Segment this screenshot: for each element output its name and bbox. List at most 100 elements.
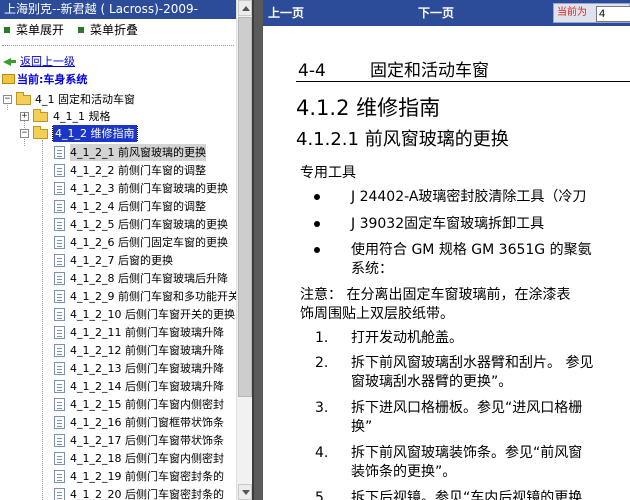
- special-tools-label: 专用工具: [300, 165, 356, 181]
- tree-leaf[interactable]: 4_1_2_20 后侧门车窗密封条的: [0, 486, 236, 500]
- collapse-menu-label: 菜单折叠: [90, 23, 139, 37]
- step-number: 1.: [315, 330, 329, 346]
- document-icon: [54, 488, 65, 500]
- expand-toggle-icon[interactable]: +: [20, 112, 29, 121]
- tree-leaf[interactable]: 4_1_2_11 前侧门车窗玻璃升降: [0, 324, 236, 341]
- tree-node-fixed-windows[interactable]: − 4_1 固定和活动车窗: [0, 91, 236, 108]
- tree-leaf[interactable]: 4_1_2_14 后侧门车窗玻璃升降: [0, 378, 236, 395]
- tree-leaf[interactable]: 4_1_2_5 后侧门车窗玻璃的更换: [0, 216, 236, 233]
- document-page: 4-4 固定和活动车窗 4.1.2 维修指南 4.1.2.1 前风窗玻璃的更换 专…: [263, 26, 630, 500]
- tree-leaf-label: 4_1_2_17 后侧门车窗带状饰条: [70, 434, 224, 447]
- tree-node-label: 4_1_1 规格: [53, 110, 111, 123]
- expand-menu-button[interactable]: 菜单展开: [4, 19, 64, 41]
- folder-icon: [2, 74, 15, 84]
- tree-leaf[interactable]: 4_1_2_15 前侧门车窗内侧密封: [0, 396, 236, 413]
- vertical-scrollbar[interactable]: [236, 0, 252, 500]
- folder-open-icon: [16, 92, 31, 105]
- tree-leaf-label: 4_1_2_6 后侧门固定车窗的更换: [70, 236, 228, 249]
- tree-leaf[interactable]: 4_1_2_2 前侧门车窗的调整: [0, 162, 236, 179]
- tree-leaf[interactable]: 4_1_2_6 后侧门固定车窗的更换: [0, 234, 236, 251]
- step-number: 3.: [315, 400, 329, 416]
- tree-leaf-label: 4_1_2_20 后侧门车窗密封条的: [70, 488, 224, 500]
- scroll-up-button[interactable]: [238, 0, 252, 16]
- collapse-toggle-icon[interactable]: −: [20, 129, 29, 138]
- heading-service-guide: 4.1.2 维修指南: [296, 96, 441, 120]
- tree-leaf-label: 4_1_2_5 后侧门车窗玻璃的更换: [70, 218, 228, 231]
- tree-leaf[interactable]: 4_1_2_13 后侧门车窗玻璃升降: [0, 360, 236, 377]
- note-line: 饰周围贴上双层胶纸带。: [300, 306, 454, 322]
- step-text-continuation: 装饰条的更换”。: [351, 464, 457, 480]
- tree-leaf[interactable]: 4_1_2_9 前侧门车窗和多功能开关: [0, 288, 236, 305]
- tree-leaf[interactable]: 4_1_2_4 后侧门车窗的调整: [0, 198, 236, 215]
- tree-leaf[interactable]: 4_1_2_8 后侧门车窗玻璃后升降: [0, 270, 236, 287]
- next-page-button[interactable]: 下一页: [418, 0, 454, 26]
- step-number: 4.: [315, 445, 329, 461]
- bullet-icon: [314, 221, 320, 227]
- tree-leaf-label: 4_1_2_19 前侧门车窗密封条的: [70, 470, 224, 483]
- document-icon: [54, 272, 65, 285]
- navigation-tree: 返回上一级 当前:车身系统 − 4_1 固定和活动车窗 + 4_1_1 规格 −…: [0, 50, 236, 500]
- tree-leaf-label: 4_1_2_9 前侧门车窗和多功能开关: [70, 290, 236, 303]
- tree-leaf-label: 4_1_2_15 前侧门车窗内侧密封: [70, 398, 224, 411]
- tree-leaf[interactable]: 4_1_2_16 前侧门窗框带状饰条: [0, 414, 236, 431]
- tree-leaf-label: 4_1_2_2 前侧门车窗的调整: [70, 164, 206, 177]
- previous-page-button[interactable]: 上一页: [268, 0, 304, 26]
- tree-leaf[interactable]: 4_1_2_7 后窗的更换: [0, 252, 236, 269]
- tree-leaf[interactable]: 4_1_2_18 后侧门车窗内侧密封: [0, 450, 236, 467]
- tree-leaf-label: 4_1_2_8 后侧门车窗玻璃后升降: [70, 272, 228, 285]
- step-number: 5.: [315, 490, 329, 500]
- divider: [2, 45, 234, 46]
- collapse-icon: [78, 27, 84, 33]
- back-link-label: 返回上一级: [20, 55, 75, 68]
- page-number-input[interactable]: 4: [596, 6, 630, 22]
- scroll-thumb[interactable]: [238, 17, 252, 397]
- tool-item: J 39032固定车窗玻璃拆卸工具: [351, 216, 545, 232]
- section-number: 4-4: [298, 61, 326, 81]
- tool-item: 使用符合 GM 规格 GM 3651G 的聚氨: [351, 242, 592, 258]
- section-title: 固定和活动车窗: [370, 61, 489, 81]
- current-node: 当前:车身系统: [0, 71, 236, 88]
- current-page-box: 当前为 4: [553, 3, 630, 23]
- tree-node-specs[interactable]: + 4_1_1 规格: [0, 108, 236, 125]
- tree-leaf-label: 4_1_2_13 后侧门车窗玻璃升降: [70, 362, 224, 375]
- page-navigation-bar: 上一页 下一页 当前为 4: [263, 0, 630, 26]
- step-text: 拆下后视镜。参见“车内后视镜的更换: [351, 490, 583, 500]
- document-icon: [54, 164, 65, 177]
- document-icon: [54, 434, 65, 447]
- tree-leaf-label: 4_1_2_7 后窗的更换: [70, 254, 173, 267]
- tree-leaf[interactable]: 4_1_2_10 后侧门车窗开关的更换: [0, 306, 236, 323]
- tree-leaf[interactable]: 4_1_2_1 前风窗玻璃的更换: [0, 144, 236, 161]
- scroll-up-icon: [242, 6, 250, 11]
- menu-toolbar: 菜单展开 菜单折叠: [0, 19, 236, 41]
- navigation-frame: 上海别克--新君越 ( Lacross)-2009- 菜单展开 菜单折叠 返回上…: [0, 0, 252, 500]
- step-text: 拆下前风窗玻璃刮水器臂和刮片。 参见: [351, 355, 594, 371]
- tree-leaf[interactable]: 4_1_2_3 前侧门车窗玻璃的更换: [0, 180, 236, 197]
- document-icon: [54, 470, 65, 483]
- tree-node-label: 4_1 固定和活动车窗: [35, 93, 135, 106]
- section-rule: [296, 81, 630, 82]
- back-link[interactable]: 返回上一级: [0, 53, 236, 70]
- document-icon: [54, 362, 65, 375]
- tree-leaf[interactable]: 4_1_2_12 前侧门车窗玻璃升降: [0, 342, 236, 359]
- document-icon: [54, 254, 65, 267]
- collapse-menu-button[interactable]: 菜单折叠: [78, 19, 138, 41]
- tree-leaf-label: 4_1_2_12 前侧门车窗玻璃升降: [70, 344, 224, 357]
- scroll-down-button[interactable]: [238, 484, 252, 500]
- tree-node-label: 4_1_2 维修指南: [52, 125, 138, 142]
- document-icon: [54, 416, 65, 429]
- bullet-icon: [314, 247, 320, 253]
- tree-leaf[interactable]: 4_1_2_17 后侧门车窗带状饰条: [0, 432, 236, 449]
- document-icon: [54, 326, 65, 339]
- document-icon: [54, 380, 65, 393]
- expand-menu-label: 菜单展开: [16, 23, 65, 37]
- tree-node-service-guide[interactable]: − 4_1_2 维修指南: [0, 125, 236, 142]
- frame-splitter[interactable]: [252, 0, 263, 500]
- folder-icon: [33, 109, 48, 122]
- tree-leaf-label: 4_1_2_14 后侧门车窗玻璃升降: [70, 380, 224, 393]
- document-icon: [54, 398, 65, 411]
- tree-leaf[interactable]: 4_1_2_19 前侧门车窗密封条的: [0, 468, 236, 485]
- collapse-toggle-icon[interactable]: −: [3, 95, 12, 104]
- tree-leaf-label: 4_1_2_10 后侧门车窗开关的更换: [70, 308, 235, 321]
- step-text-continuation: 换”: [351, 419, 373, 435]
- document-icon: [54, 182, 65, 195]
